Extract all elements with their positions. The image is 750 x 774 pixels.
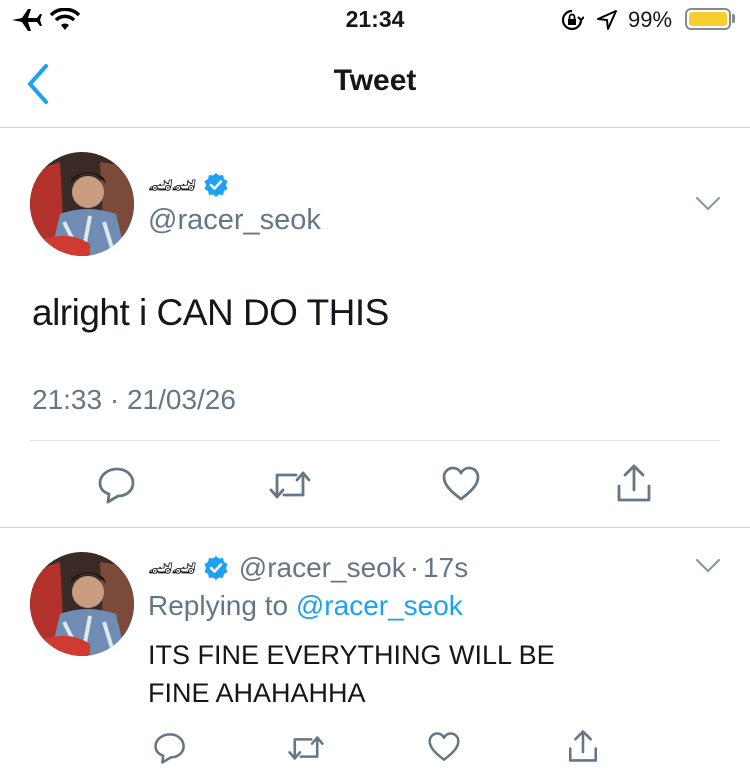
- status-bar: 21:34 99%: [0, 0, 750, 40]
- replying-to-handle[interactable]: @racer_seok: [296, 590, 463, 621]
- section-divider: [0, 527, 750, 528]
- reply-text-line-1: ITS FINE EVERYTHING WILL BE: [148, 640, 555, 670]
- avatar-image: [30, 552, 134, 656]
- reply-icon[interactable]: [97, 465, 137, 505]
- battery-percentage: 99%: [628, 7, 673, 32]
- tweet-text: alright i CAN DO THIS: [32, 292, 389, 333]
- like-icon[interactable]: [441, 465, 481, 503]
- reply-header: 🏎🏎 @racer_seok · 17s: [148, 550, 468, 586]
- nav-divider: [0, 127, 750, 128]
- display-name[interactable]: 🏎🏎: [148, 168, 229, 202]
- display-name-emoji: 🏎🏎: [148, 174, 197, 197]
- battery-icon: [685, 8, 731, 30]
- tweet-age: 17s: [423, 552, 469, 583]
- avatar[interactable]: [30, 152, 134, 256]
- avatar-image: [30, 152, 134, 256]
- verified-badge-icon: [204, 556, 228, 580]
- user-handle[interactable]: @racer_seok: [148, 204, 321, 237]
- verified-badge-icon: [204, 173, 228, 197]
- rotation-lock-icon: [561, 9, 584, 31]
- separator-dot: ·: [409, 552, 420, 583]
- reply-text-line-2: FINE AHAHAHHA: [148, 678, 366, 708]
- share-icon[interactable]: [566, 728, 600, 764]
- retweet-icon[interactable]: [268, 467, 312, 503]
- battery-tip: [732, 14, 735, 23]
- reply-tweet-text: ITS FINE EVERYTHING WILL BE FINE AHAHAHH…: [148, 636, 555, 712]
- retweet-icon[interactable]: [287, 732, 325, 764]
- tweet-divider: [30, 440, 720, 441]
- like-icon[interactable]: [427, 731, 461, 763]
- chevron-down-icon[interactable]: [695, 557, 721, 575]
- tweet-timestamp[interactable]: 21:33 · 21/03/26: [32, 384, 236, 416]
- battery-fill: [689, 12, 727, 26]
- display-name-emoji[interactable]: 🏎🏎: [148, 556, 197, 581]
- page-title: Tweet: [333, 64, 417, 97]
- share-icon[interactable]: [614, 462, 654, 504]
- chevron-down-icon[interactable]: [695, 195, 721, 213]
- reply-avatar[interactable]: [30, 552, 134, 656]
- location-icon: [597, 10, 617, 30]
- replying-to: Replying to @racer_seok: [148, 590, 463, 622]
- replying-to-label: Replying to: [148, 590, 289, 621]
- reply-icon[interactable]: [153, 731, 187, 765]
- user-handle[interactable]: @racer_seok: [239, 552, 406, 584]
